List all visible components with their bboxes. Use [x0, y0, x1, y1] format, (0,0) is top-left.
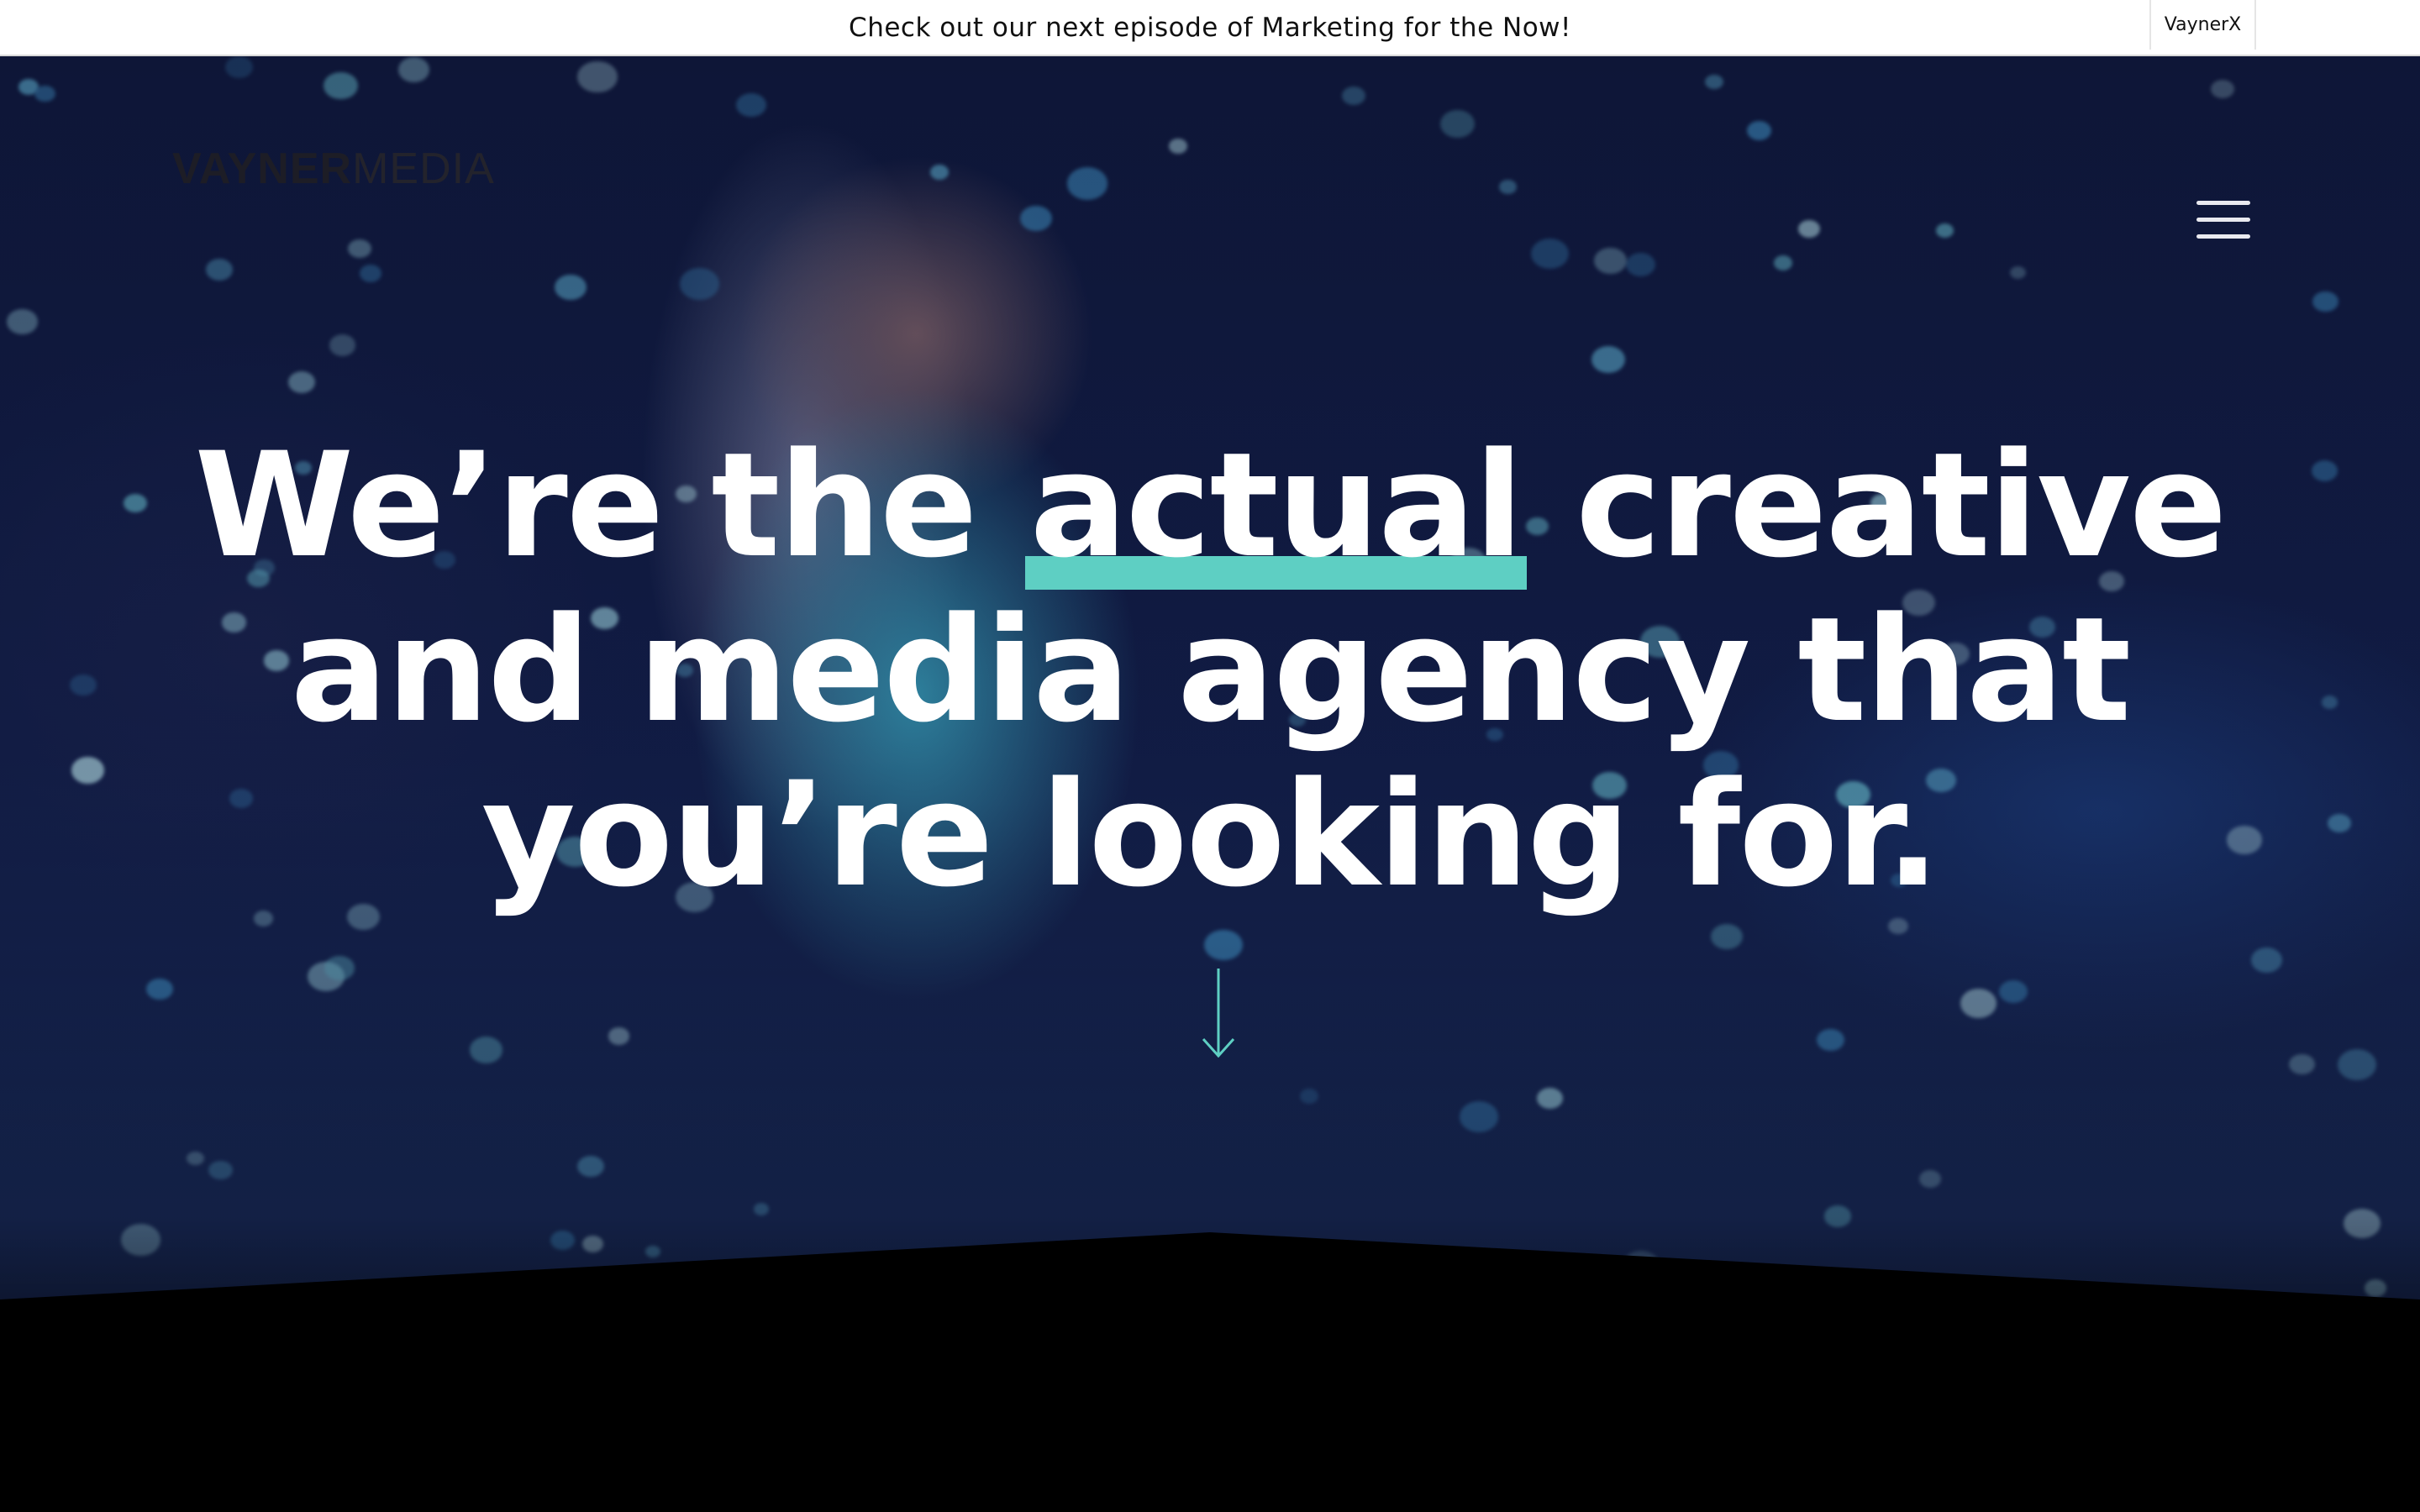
headline-text: creative: [1527, 421, 2227, 590]
hero-section: VAYNERMEDIA We’re the actual creative an…: [0, 56, 2420, 1299]
headline-highlight-word: actual: [1024, 421, 1528, 590]
announcement-link[interactable]: Check out our next episode of Marketing …: [0, 0, 2420, 55]
vaynermedia-logo[interactable]: VAYNERMEDIA: [172, 144, 495, 194]
headline-line-3: you’re looking for.: [481, 750, 1940, 919]
announcement-bar: Check out our next episode of Marketing …: [0, 0, 2420, 56]
hamburger-menu-icon[interactable]: [2195, 201, 2254, 244]
arrow-down-icon[interactable]: [1200, 967, 1237, 1059]
headline-line-1: We’re the actual creative: [0, 421, 2420, 590]
menu-line: [2196, 218, 2250, 222]
menu-line: [2196, 201, 2250, 205]
logo-text-bold: VAYNER: [172, 144, 353, 193]
hero-headline: We’re the actual creative and media agen…: [0, 421, 2420, 919]
menu-line: [2196, 234, 2250, 239]
headline-line-2: and media agency that: [290, 585, 2132, 754]
logo-text-light: MEDIA: [352, 144, 495, 193]
headline-text: We’re the: [194, 421, 1025, 590]
vaynerx-link[interactable]: VaynerX: [2149, 0, 2256, 50]
